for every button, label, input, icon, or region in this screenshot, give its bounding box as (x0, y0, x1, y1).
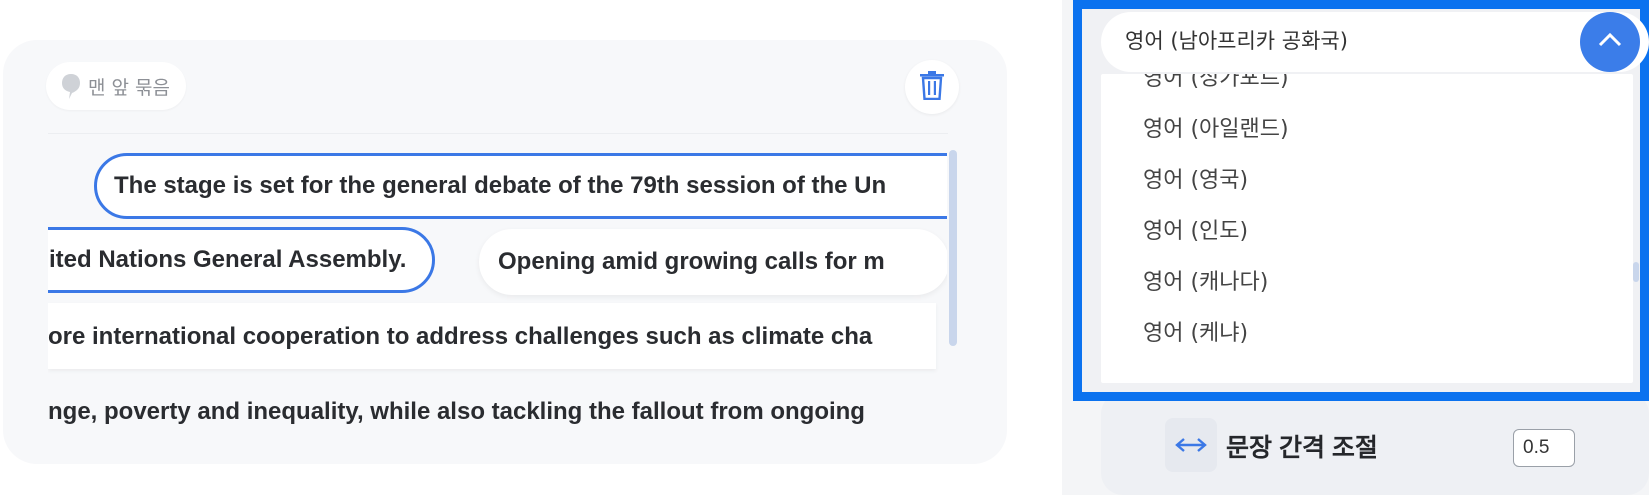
language-option[interactable]: 영어 (캐나다) (1143, 264, 1268, 296)
sentence-line-text: nge, poverty and inequality, while also … (48, 398, 865, 425)
sentence-block[interactable]: Opening amid growing calls for m (479, 229, 947, 295)
trash-icon (919, 70, 945, 104)
horizontal-arrows-icon (1165, 418, 1217, 472)
editor-divider (48, 133, 948, 134)
dropdown-toggle-button[interactable] (1580, 12, 1640, 72)
sentence-text: ited Nations General Assembly. (49, 246, 407, 273)
chevron-up-icon (1597, 32, 1623, 52)
language-options-list[interactable]: 영어 (싱가포르) 영어 (아일랜드) 영어 (영국) 영어 (인도) 영어 (… (1101, 74, 1633, 383)
sentence-block-selected-continued[interactable]: ited Nations General Assembly. (48, 227, 435, 293)
sentence-spacing-label: 문장 간격 조절 (1226, 434, 1378, 462)
sentence-block-selected[interactable]: The stage is set for the general debate … (94, 153, 947, 219)
language-option[interactable]: 영어 (인도) (1143, 213, 1248, 245)
delete-button[interactable] (905, 60, 959, 114)
language-option[interactable]: 영어 (영국) (1143, 162, 1248, 194)
language-option[interactable]: 영어 (아일랜드) (1143, 111, 1289, 143)
sentence-line-text: ore international cooperation to address… (48, 323, 873, 350)
sentence-text: The stage is set for the general debate … (114, 172, 887, 199)
options-scrollbar[interactable] (1633, 262, 1639, 282)
sentence-text-area[interactable]: The stage is set for the general debate … (48, 135, 947, 459)
language-select[interactable]: 영어 (남아프리카 공화국) (1101, 12, 1649, 72)
sentence-spacing-input[interactable]: 0.5 (1513, 429, 1575, 467)
group-chip[interactable]: 맨 앞 묶음 (46, 62, 186, 110)
speech-bubble-icon (60, 72, 82, 100)
group-chip-label: 맨 앞 묶음 (88, 76, 170, 99)
language-selected-value: 영어 (남아프리카 공화국) (1125, 29, 1348, 53)
language-option[interactable]: 영어 (케냐) (1143, 315, 1248, 347)
sentence-text: Opening amid growing calls for m (498, 248, 885, 275)
language-option[interactable]: 영어 (싱가포르) (1143, 74, 1289, 92)
editor-scrollbar[interactable] (949, 150, 957, 346)
